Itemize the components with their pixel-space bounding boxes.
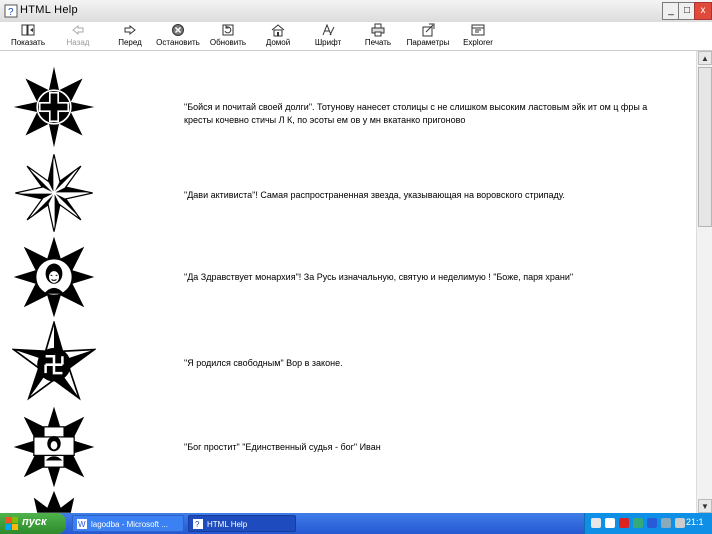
toolbar-print-button[interactable]: Печать	[352, 23, 404, 49]
entry-description: "Бог простит" "Единственный судья - бог"…	[184, 442, 381, 452]
toolbar-forward-button[interactable]: Перед	[104, 23, 156, 49]
list-item: "Да Здравствует монархия"! За Русь изнач…	[0, 235, 696, 321]
stop-icon	[172, 24, 184, 36]
explorer-icon	[471, 24, 485, 36]
entry-description: "Дави активиста"! Самая распространенная…	[184, 190, 565, 200]
scroll-up-arrow-icon[interactable]: ▲	[698, 51, 712, 65]
toolbar-print-label: Печать	[364, 38, 392, 47]
taskbar-item-html-help[interactable]: ? HTML Help	[188, 515, 296, 532]
show-icon	[21, 24, 35, 36]
back-icon	[72, 24, 84, 36]
list-item: "Я родился свободным" Вор в законе.	[0, 321, 696, 407]
help-content-pane: "Бойся и почитай своей долги". Тотунову …	[0, 51, 696, 513]
word-document-icon: W	[77, 519, 87, 529]
window-title: HTML Help	[20, 4, 78, 16]
toolbar-explorer-button[interactable]: Explorer	[452, 23, 504, 49]
update-icon[interactable]	[633, 518, 643, 528]
toolbar-stop-button[interactable]: Остановить	[152, 23, 204, 49]
svg-text:?: ?	[8, 7, 14, 18]
toolbar-stop-label: Остановить	[156, 38, 200, 47]
toolbar-back-button[interactable]: Назад	[52, 23, 104, 49]
portrait-star-emblem-icon	[13, 236, 95, 318]
svg-text:W: W	[78, 520, 86, 529]
start-button[interactable]: пуск	[0, 513, 66, 534]
toolbar-forward-label: Перед	[118, 38, 142, 47]
toolbar-home-button[interactable]: Домой	[252, 23, 304, 49]
taskbar: пуск W lagodba - Microsoft ... ? HTML He…	[0, 513, 712, 534]
swastika-star-emblem-icon	[12, 321, 96, 401]
toolbar-refresh-label: Обновить	[209, 38, 247, 47]
list-item: "Бог простит" "Единственный судья - бог"…	[0, 405, 696, 495]
antivirus-icon[interactable]	[619, 518, 629, 528]
speaker-icon[interactable]	[661, 518, 671, 528]
toolbar-show-label: Показать	[10, 38, 45, 47]
taskbar-clock[interactable]: 21:1	[686, 517, 704, 527]
list-item: "Бойся и почитай своей долги". Тотунову …	[0, 65, 696, 155]
list-item: "Дави активиста"! Самая распространенная…	[0, 151, 696, 235]
help-app-icon: ?	[4, 4, 18, 18]
toolbar: Показать Назад Перед Остановить Обновить…	[0, 22, 712, 51]
eight-point-star-icon	[15, 154, 93, 232]
scrollbar-thumb[interactable]	[698, 67, 712, 227]
toolbar-options-label: Параметры	[406, 38, 450, 47]
keyboard-layout-icon[interactable]	[591, 518, 601, 528]
taskbar-item-label: lagodba - Microsoft ...	[91, 520, 168, 529]
refresh-icon	[222, 24, 234, 36]
windows-flag-icon	[5, 517, 18, 530]
saint-star-emblem-icon	[13, 406, 95, 488]
entry-description: "Да Здравствует монархия"! За Русь изнач…	[184, 272, 574, 282]
options-icon	[422, 23, 435, 37]
shield-icon[interactable]	[647, 518, 657, 528]
star-emblem-icon	[33, 490, 75, 513]
list-item	[0, 489, 696, 513]
cross-star-emblem-icon	[13, 66, 95, 148]
toolbar-refresh-button[interactable]: Обновить	[202, 23, 254, 49]
help-app-icon: ?	[193, 519, 203, 529]
monitor-icon[interactable]	[675, 518, 685, 528]
entry-description: "Бойся и почитай своей долги". Тотунову …	[184, 102, 648, 125]
scroll-down-arrow-icon[interactable]: ▼	[698, 499, 712, 513]
toolbar-options-button[interactable]: Параметры	[402, 23, 454, 49]
taskbar-item-label: HTML Help	[207, 520, 248, 529]
entry-description: "Я родился свободным" Вор в законе.	[184, 358, 343, 368]
forward-icon	[124, 24, 136, 36]
print-icon	[371, 23, 385, 37]
start-label: пуск	[22, 516, 47, 528]
toolbar-font-button[interactable]: Шрифт	[302, 23, 354, 49]
toolbar-font-label: Шрифт	[314, 38, 342, 47]
network-icon[interactable]	[605, 518, 615, 528]
home-icon	[271, 24, 285, 37]
toolbar-show-button[interactable]: Показать	[2, 23, 54, 49]
svg-text:?: ?	[195, 520, 200, 529]
toolbar-explorer-label: Explorer	[463, 38, 493, 47]
title-bar: ? HTML Help _ □ x	[0, 0, 712, 23]
toolbar-back-label: Назад	[66, 38, 90, 47]
vertical-scrollbar[interactable]: ▲ ▼	[696, 51, 712, 513]
taskbar-item-word[interactable]: W lagodba - Microsoft ...	[72, 515, 184, 532]
font-icon	[322, 23, 335, 36]
close-button[interactable]: x	[694, 2, 712, 20]
toolbar-home-label: Домой	[265, 38, 291, 47]
